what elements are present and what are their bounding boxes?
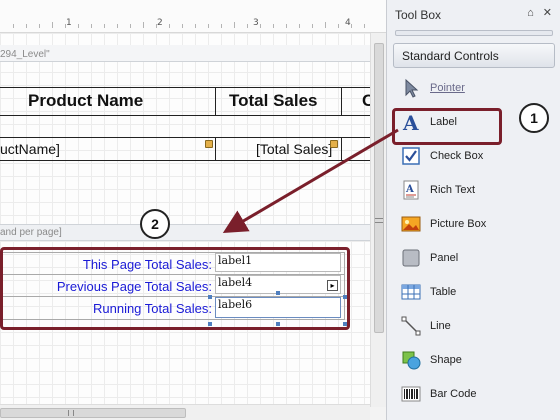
group-header-band[interactable] <box>0 45 370 62</box>
collapse-bar[interactable] <box>395 30 553 36</box>
toolbox-item-panel[interactable]: Panel <box>397 244 557 274</box>
toolbox-item-table[interactable]: Table <box>397 278 557 308</box>
toolbox-item-pointer[interactable]: Pointer <box>397 74 557 104</box>
picture-box-icon <box>401 216 421 232</box>
horizontal-ruler: 1 2 3 4 <box>0 0 386 33</box>
ruler-mark: 1 <box>66 18 72 28</box>
detail-total-sales-field[interactable]: [Total Sales] <box>256 141 332 157</box>
toolbox-panel: Tool Box ⌂ ✕ Standard Controls Pointer A… <box>386 0 560 420</box>
line-icon <box>401 316 421 336</box>
toolbox-item-bar-code[interactable]: Bar Code <box>397 380 557 410</box>
toolbox-item-line[interactable]: Line <box>397 312 557 342</box>
rich-text-icon: A <box>403 180 419 200</box>
table-icon <box>401 284 421 300</box>
grip-icon <box>375 218 383 223</box>
detail-product-name-field[interactable]: uctName] <box>0 141 60 157</box>
header-product-name[interactable]: Product Name <box>28 91 143 111</box>
barcode-icon <box>401 386 421 402</box>
horizontal-scroll-thumb[interactable] <box>0 408 186 418</box>
ruler-mark: 2 <box>157 18 163 28</box>
grip-icon <box>68 410 74 416</box>
smart-tag-icon[interactable] <box>330 140 338 148</box>
ruler-mark: 3 <box>253 18 259 28</box>
toolbox-item-picture-box[interactable]: Picture Box <box>397 210 557 240</box>
checkbox-icon <box>402 147 420 165</box>
ruler-mark: 4 <box>345 18 351 28</box>
vertical-scroll-thumb[interactable] <box>374 43 384 333</box>
vertical-scrollbar[interactable] <box>370 33 386 407</box>
pointer-icon <box>405 78 419 98</box>
standard-controls-section[interactable]: Standard Controls <box>393 43 555 68</box>
smart-tag-icon[interactable] <box>205 140 213 148</box>
shape-icon <box>402 351 421 370</box>
panel-icon <box>402 249 420 267</box>
report-designer[interactable]: 1 2 3 4 294_Level" Product Name Total Sa… <box>0 0 386 420</box>
callout-box-footer-totals <box>0 247 350 330</box>
toolbox-item-check-box[interactable]: Check Box <box>397 142 557 172</box>
toolbox-title: Tool Box <box>395 8 442 22</box>
header-total-sales[interactable]: Total Sales <box>229 91 318 111</box>
callout-badge-2: 2 <box>140 209 170 239</box>
footer-band-label: and per page] <box>0 227 62 238</box>
toolbox-item-rich-text[interactable]: A Rich Text <box>397 176 557 206</box>
svg-text:A: A <box>405 184 414 195</box>
close-icon[interactable]: ✕ <box>543 7 552 19</box>
toolbox-item-shape[interactable]: Shape <box>397 346 557 376</box>
callout-badge-1: 1 <box>519 103 549 133</box>
group-band-label: 294_Level" <box>0 49 50 60</box>
horizontal-scrollbar[interactable] <box>0 404 370 420</box>
design-canvas[interactable]: 294_Level" Product Name Total Sales C uc… <box>0 33 374 407</box>
pin-icon[interactable]: ⌂ <box>527 7 534 19</box>
callout-box-label-tool <box>392 108 502 145</box>
